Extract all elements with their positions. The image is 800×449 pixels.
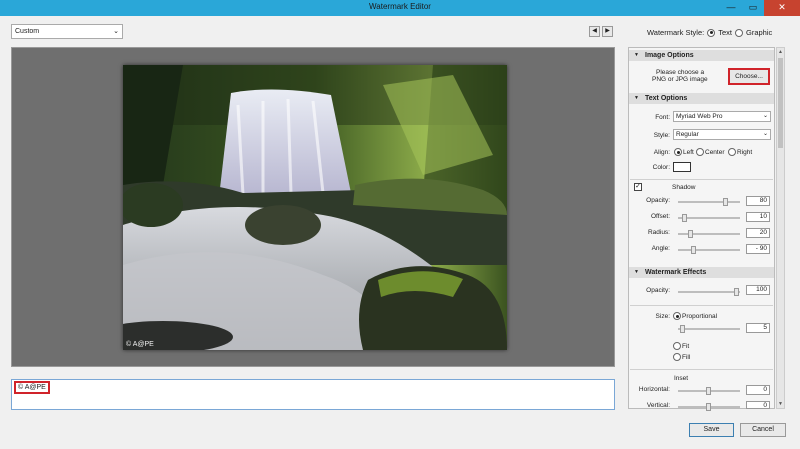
preset-value: Custom (15, 28, 40, 35)
divider (630, 369, 773, 370)
slider-handle[interactable] (706, 387, 711, 395)
watermark-effects-header[interactable]: Watermark Effects (629, 267, 774, 278)
style-text-radio[interactable] (707, 28, 716, 37)
divider (630, 179, 773, 180)
shadow-opacity-label: Opacity: (646, 197, 670, 204)
font-value: Myriad Web Pro (676, 113, 723, 120)
size-fit-label: Fit (682, 343, 690, 350)
shadow-angle-slider[interactable] (678, 246, 740, 254)
shadow-radius-label: Radius: (647, 229, 670, 236)
shadow-opacity-field[interactable]: 80 (746, 196, 770, 206)
slider-handle[interactable] (734, 288, 739, 296)
watermark-style-group: Watermark Style: Text Graphic (647, 28, 772, 37)
inset-vertical-field[interactable]: 0 (746, 401, 770, 409)
minimize-button[interactable]: — (720, 0, 742, 16)
chevron-down-icon: ⌄ (762, 113, 768, 119)
slider-handle[interactable] (688, 230, 693, 238)
effect-opacity-field[interactable]: 100 (746, 285, 770, 295)
shadow-offset-field[interactable]: 10 (746, 212, 770, 222)
inset-horizontal-label: Horizontal: (638, 386, 670, 393)
slider-handle[interactable] (680, 325, 685, 333)
next-image-button[interactable]: ▶ (602, 26, 613, 37)
size-proportional-radio[interactable] (673, 312, 681, 320)
style-select[interactable]: Regular ⌄ (673, 129, 771, 140)
image-prompt-line2: PNG or JPG image (652, 76, 708, 83)
shadow-radius-field[interactable]: 20 (746, 228, 770, 238)
image-options-header[interactable]: Image Options (629, 50, 774, 61)
preview-photo: © A@PE (123, 65, 507, 350)
slider-handle[interactable] (682, 214, 687, 222)
align-center-label: Center (705, 149, 725, 156)
effect-opacity-label: Opacity: (646, 287, 670, 294)
previous-image-button[interactable]: ◀ (589, 26, 600, 37)
divider (630, 305, 773, 306)
watermark-style-label: Watermark Style: (647, 28, 705, 37)
align-left-label: Left (683, 149, 694, 156)
shadow-offset-label: Offset: (650, 213, 670, 220)
watermark-text-input[interactable]: © A@PE (11, 379, 615, 410)
align-left-radio[interactable] (674, 148, 682, 156)
inset-horizontal-slider[interactable] (678, 387, 740, 395)
scroll-down-icon[interactable]: ▼ (777, 400, 784, 408)
choose-image-button[interactable]: Choose... (728, 68, 770, 85)
font-select[interactable]: Myriad Web Pro ⌄ (673, 111, 771, 122)
preview-canvas: © A@PE (11, 47, 615, 367)
text-color-swatch[interactable] (673, 162, 691, 172)
size-proportional-label: Proportional (682, 313, 718, 320)
save-button[interactable]: Save (689, 423, 734, 437)
align-label: Align: (653, 149, 670, 156)
slider-handle[interactable] (691, 246, 696, 254)
window-title: Watermark Editor (369, 2, 431, 11)
style-label: Style: (653, 132, 670, 139)
align-right-label: Right (737, 149, 753, 156)
image-prompt-line1: Please choose a (656, 69, 705, 76)
shadow-offset-slider[interactable] (678, 214, 740, 222)
watermark-overlay-text: © A@PE (126, 341, 154, 348)
shadow-angle-field[interactable]: - 90 (746, 244, 770, 254)
chevron-down-icon: ⌄ (113, 28, 119, 35)
size-fill-radio[interactable] (673, 353, 681, 361)
preview-navigation: ◀ ▶ (589, 26, 613, 37)
slider-handle[interactable] (706, 403, 711, 411)
text-options-header[interactable]: Text Options (629, 93, 774, 104)
size-slider[interactable] (678, 325, 740, 333)
color-label: Color: (652, 164, 670, 171)
waterfall-photo-image (123, 65, 507, 350)
cancel-button[interactable]: Cancel (740, 423, 786, 437)
title-bar: Watermark Editor — ▭ ✕ (0, 0, 800, 16)
slider-handle[interactable] (723, 198, 728, 206)
maximize-button[interactable]: ▭ (742, 0, 764, 16)
watermark-text-value: © A@PE (14, 381, 50, 394)
inset-vertical-label: Vertical: (646, 402, 670, 409)
scrollbar-thumb[interactable] (778, 58, 783, 148)
size-label: Size: (655, 313, 670, 320)
align-right-radio[interactable] (728, 148, 736, 156)
style-graphic-radio[interactable] (735, 28, 743, 37)
options-scrollbar[interactable]: ▲ ▼ (776, 47, 785, 409)
preset-select[interactable]: Custom ⌄ (11, 24, 123, 39)
style-value: Regular (676, 131, 699, 138)
chevron-down-icon: ⌄ (762, 131, 768, 137)
shadow-angle-label: Angle: (651, 245, 670, 252)
inset-label: Inset (674, 375, 689, 382)
inset-vertical-slider[interactable] (678, 403, 740, 411)
style-graphic-label: Graphic (746, 28, 773, 37)
effect-opacity-slider[interactable] (678, 288, 740, 296)
shadow-radius-slider[interactable] (678, 230, 740, 238)
shadow-opacity-slider[interactable] (678, 198, 740, 206)
close-button[interactable]: ✕ (764, 0, 800, 16)
inset-horizontal-field[interactable]: 0 (746, 385, 770, 395)
size-fill-label: Fill (682, 354, 691, 361)
style-text-label: Text (718, 28, 732, 37)
size-fit-radio[interactable] (673, 342, 681, 350)
align-center-radio[interactable] (696, 148, 704, 156)
scroll-up-icon[interactable]: ▲ (777, 48, 784, 56)
shadow-label: Shadow (672, 184, 696, 191)
font-label: Font: (655, 114, 670, 121)
size-value-field[interactable]: 5 (746, 323, 770, 333)
shadow-checkbox[interactable]: ✓ (634, 183, 642, 191)
